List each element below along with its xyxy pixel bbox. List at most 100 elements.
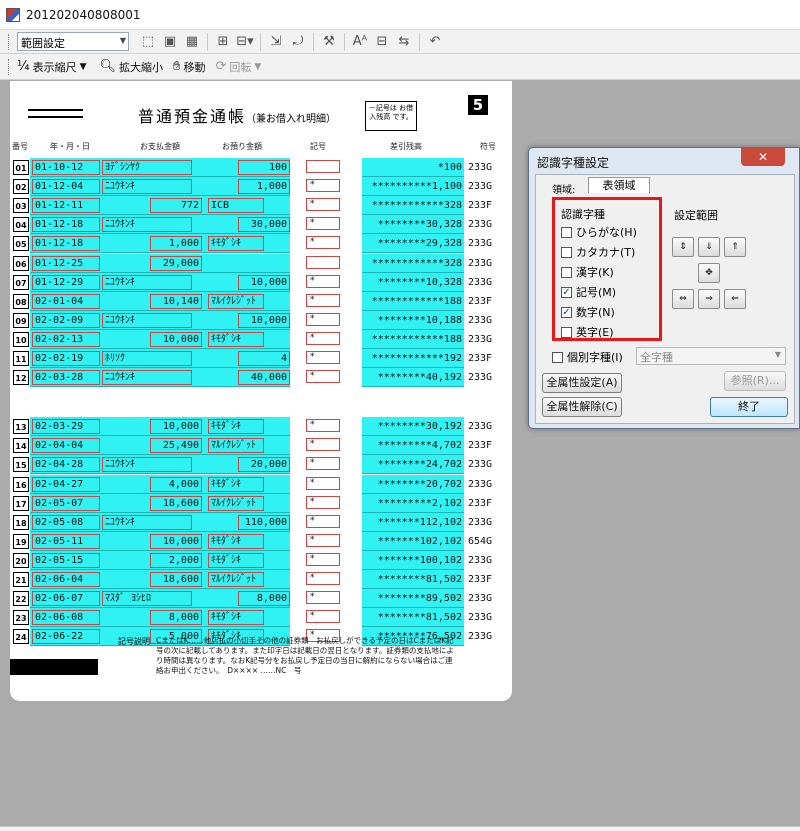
- passbook-page: 普通預金通帳（兼お借入れ明細） －記号は お借入残高 です。 5 番号 年・月・…: [10, 81, 512, 701]
- char-type-checkbox[interactable]: ひらがな(H): [561, 224, 637, 240]
- row-number: 07: [13, 274, 29, 290]
- table-row: 21 02-06-04 18,600 ﾏﾙｲｸﾚｼﾞｯﾄ * ********81,502…: [10, 570, 512, 589]
- swap-icon[interactable]: ⇆: [393, 32, 415, 52]
- mark-field: *: [306, 217, 340, 231]
- expand-vertical-icon[interactable]: ⇕: [672, 237, 694, 257]
- table-row: 13 02-03-29 10,000 ｷﾓﾀﾞｼｷ * ********30,192 233…: [10, 417, 512, 437]
- toolbar-separator: [207, 32, 208, 51]
- split-icon[interactable]: ⊞: [212, 32, 234, 52]
- char-type-checkbox[interactable]: カタカナ(T): [561, 244, 635, 260]
- deposit-desc-field: ICB: [208, 198, 264, 214]
- date-field: 02-02-13: [32, 331, 100, 347]
- select-region-icon[interactable]: ⬚: [137, 32, 159, 52]
- code-field: 233G: [468, 238, 493, 250]
- zoom-button[interactable]: 🔍︎ 拡大縮小: [100, 59, 164, 75]
- merge-dropdown-icon[interactable]: ⊟▾: [234, 32, 256, 52]
- individual-type-select[interactable]: 全字種 ▼: [636, 347, 786, 365]
- row-number: 19: [13, 533, 29, 549]
- code-field: 233F: [468, 200, 493, 212]
- close-icon: ✕: [757, 150, 769, 164]
- row-number: 23: [13, 610, 29, 626]
- compare-icon[interactable]: ⊟: [371, 32, 393, 52]
- balance-field: ************328: [371, 257, 462, 269]
- undo-icon[interactable]: ↶: [424, 32, 446, 52]
- mark-field: *: [306, 274, 340, 288]
- mark-field: *: [306, 495, 340, 509]
- rotate-region-icon[interactable]: ⤾: [287, 32, 309, 52]
- display-scale-label: 表示縮尺: [32, 60, 77, 74]
- code-field: 233G: [468, 554, 493, 566]
- table-row: 17 02-05-07 18,600 ﾏﾙｲｸﾚｼﾞｯﾄ * *********2,102…: [10, 493, 512, 513]
- table-row: 06 01-12-25 29,000 ************328 233G: [10, 253, 512, 273]
- mark-field: *: [306, 438, 340, 452]
- table-row: 22 02-06-07 ﾏｽﾀﾞ ﾖｼﾋﾛ 8,000 * ********89,502 2…: [10, 589, 512, 609]
- header-code: 符号: [480, 142, 496, 151]
- clear-all-button[interactable]: 全属性解除(C): [542, 397, 622, 417]
- reference-button[interactable]: 参照(R)...: [724, 371, 786, 391]
- deposit-desc-field: ｷﾓﾀﾞｼｷ: [208, 610, 264, 626]
- move-all-icon[interactable]: ✥: [698, 263, 720, 283]
- toolbar-grip[interactable]: [8, 58, 11, 75]
- arrow-up-icon[interactable]: ⇑: [724, 237, 746, 257]
- deposit-amount-field: 30,000: [238, 217, 290, 233]
- toolbar-separator: [313, 32, 314, 51]
- balance-field: ********81,502: [377, 574, 462, 585]
- tab-table-region[interactable]: 表領域: [588, 177, 650, 193]
- done-button[interactable]: 終了: [710, 397, 788, 417]
- arrow-right-icon[interactable]: ⇒: [698, 289, 720, 309]
- mark-field: [306, 160, 340, 173]
- date-field: 01-12-29: [32, 274, 100, 290]
- char-type-checkbox[interactable]: ✓ 数字(N): [561, 304, 615, 320]
- char-type-checkbox[interactable]: 英字(E): [561, 324, 614, 340]
- move-button[interactable]: ✋︎ 移動: [173, 59, 205, 75]
- payment-desc-field: ﾖﾃﾞｼﾝﾔｸ: [102, 160, 192, 175]
- balance-field: *******102,102: [377, 535, 462, 547]
- row-number: 24: [13, 629, 29, 645]
- hand-icon: ✋︎: [173, 59, 181, 74]
- range-select-dropdown[interactable]: 範囲設定 ▼: [17, 32, 129, 51]
- arrow-down-icon[interactable]: ⇓: [698, 237, 720, 257]
- char-type-checkbox[interactable]: 漢字(K): [561, 264, 614, 280]
- table-row: 16 02-04-27 4,000 ｷﾓﾀﾞｼｷ * ********20,702 233G: [10, 474, 512, 494]
- balance-field: ************188: [371, 295, 462, 307]
- balance-field: ************328: [371, 200, 462, 212]
- date-field: 01-12-18: [32, 217, 100, 233]
- payment-desc-field: ﾆﾕｳｷﾝｷ: [102, 217, 192, 233]
- expand-horizontal-icon[interactable]: ⇔: [672, 289, 694, 309]
- balance-field: *********4,702: [377, 440, 462, 452]
- table-row: 03 01-12-11 772 ICB * ************328 233F: [10, 196, 512, 216]
- display-scale-button[interactable]: ¼ 表示縮尺 ▼: [17, 59, 90, 75]
- tool-icon[interactable]: ⚒: [318, 32, 340, 52]
- row-number: 21: [13, 572, 29, 587]
- close-button[interactable]: ✕: [741, 148, 785, 166]
- rotate-button[interactable]: ⟳ 回転 ▼: [215, 59, 264, 75]
- payment-desc-field: ﾆﾕｳｷﾝｷ: [102, 514, 192, 530]
- mark-field: *: [306, 572, 340, 585]
- deposit-amount-field: 1,000: [238, 179, 290, 195]
- checkbox-box: [552, 351, 563, 363]
- individual-type-checkbox[interactable]: 個別字種(I): [552, 349, 623, 365]
- balance-field: **********1,100: [371, 181, 462, 193]
- redaction-bar: [10, 659, 98, 675]
- code-field: 233F: [468, 440, 493, 452]
- font-size-icon[interactable]: Aᴬ: [349, 32, 371, 52]
- dialog-body: 領域: 表領域 認識字種 ひらがな(H) カタカナ(T) 漢字(K) ✓ 記号(M) ✓ 数…: [535, 174, 795, 424]
- payment-desc-field: ﾆﾕｳｷﾝｷ: [102, 312, 192, 328]
- table-grid-icon[interactable]: ▦: [181, 32, 203, 52]
- region-fill-icon[interactable]: ▣: [159, 32, 181, 52]
- deposit-amount-field: 110,000: [238, 514, 290, 530]
- mark-field: *: [306, 351, 340, 364]
- deposit-amount-field: 20,000: [238, 457, 290, 473]
- mark-field: *: [306, 591, 340, 605]
- set-all-button[interactable]: 全属性設定(A): [542, 373, 622, 393]
- date-field: 02-03-29: [32, 419, 100, 435]
- char-type-label: カタカナ(T): [576, 246, 636, 259]
- arrow-left-icon[interactable]: ⇐: [724, 289, 746, 309]
- move-region-icon[interactable]: ⇲: [265, 32, 287, 52]
- row-number: 05: [13, 236, 29, 252]
- payment-amount-field: 18,600: [150, 495, 202, 511]
- app-icon: [6, 7, 20, 22]
- document-subtitle: （兼お借入れ明細）: [246, 114, 337, 125]
- char-type-checkbox[interactable]: ✓ 記号(M): [561, 284, 616, 300]
- toolbar-grip[interactable]: [8, 33, 11, 50]
